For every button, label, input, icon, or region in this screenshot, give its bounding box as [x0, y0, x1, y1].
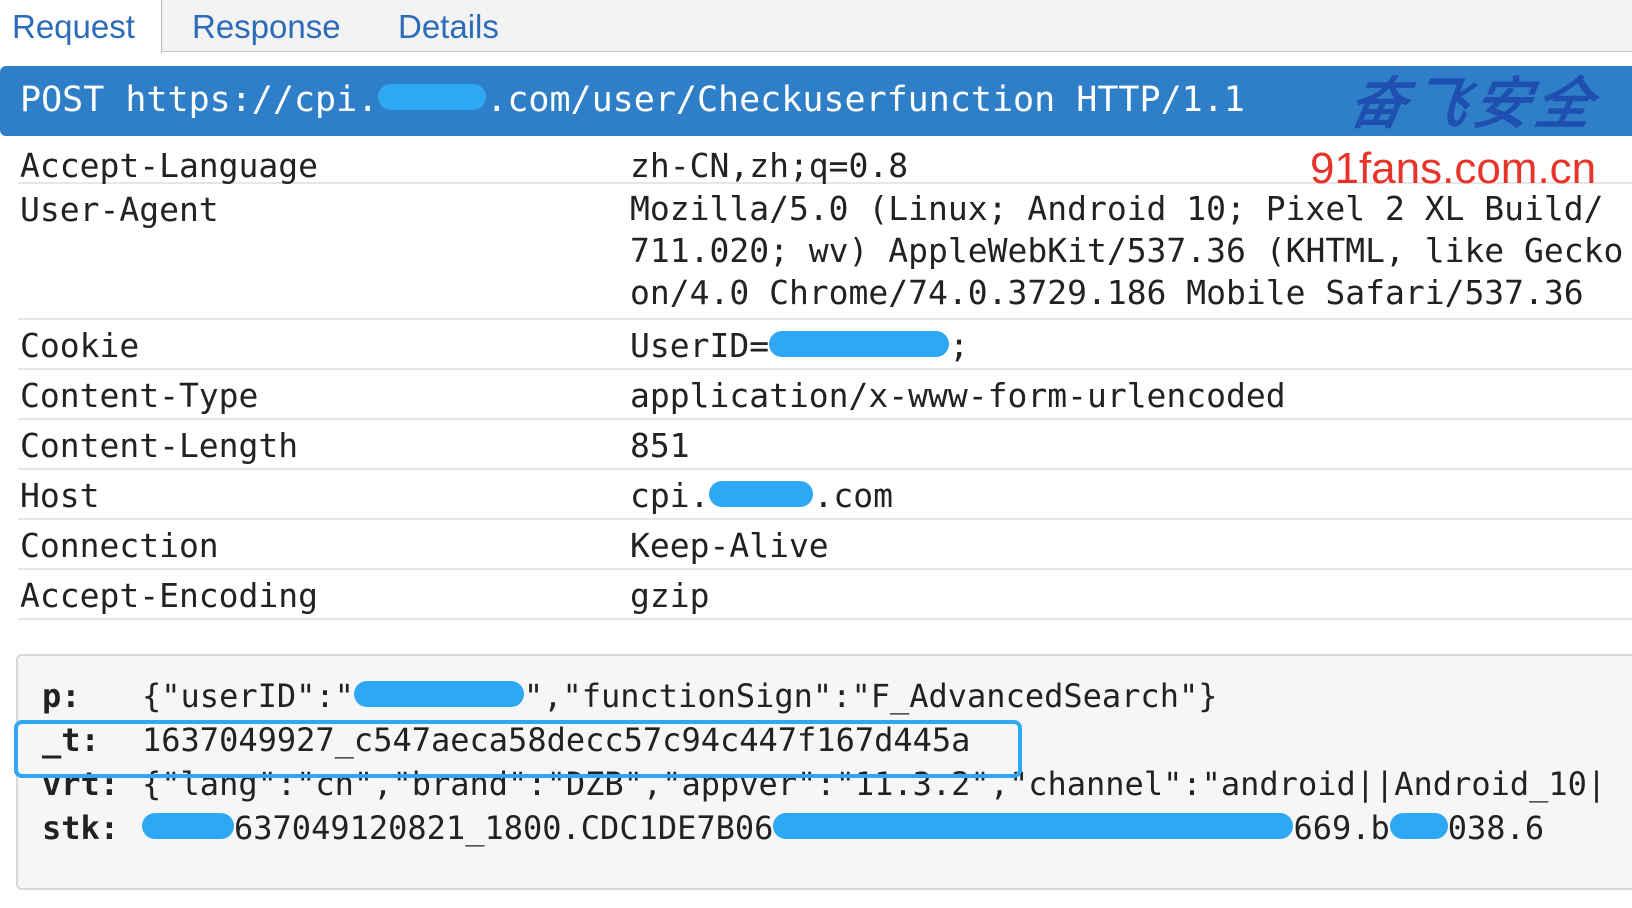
watermark-logo: 奋飞安全 — [1344, 71, 1604, 137]
param-row-p: p: {"userID":" ","functionSign":"F_Advance… — [42, 676, 1622, 716]
http-method: POST — [20, 80, 105, 120]
request-line: POST https://cpi. .com/user/Checkuserfunc… — [20, 78, 1245, 122]
redaction-mark — [769, 330, 950, 357]
highlight-box — [14, 720, 1022, 778]
redaction-mark — [378, 84, 487, 110]
header-name: Accept-Encoding — [20, 576, 319, 615]
redaction-mark — [773, 813, 1294, 839]
param-value-a: 637049120821_1800.CDC1DE7B06 — [234, 809, 774, 847]
header-value: Keep-Alive — [630, 526, 829, 565]
host-prefix: cpi. — [630, 476, 710, 515]
tab-bar: Request Response Details — [0, 0, 1632, 53]
header-row: User-Agent Mozilla/5.0 (Linux; Android 1… — [18, 184, 1632, 320]
header-row: Connection Keep-Alive — [18, 520, 1632, 570]
redaction-mark — [709, 480, 814, 507]
tab-request[interactable]: Request — [0, 0, 162, 53]
cookie-suffix: ; — [949, 326, 969, 365]
tab-response[interactable]: Response — [192, 0, 341, 52]
header-value: 851 — [630, 426, 690, 465]
headers-table: Accept-Language zh-CN,zh;q=0.8 User-Agen… — [18, 140, 1632, 620]
header-row: Cookie UserID=; — [18, 320, 1632, 370]
header-value: cpi. .com — [630, 470, 1632, 518]
header-value: UserID=; — [630, 320, 1632, 368]
header-name: Host — [20, 476, 100, 515]
header-row: Host cpi. .com — [18, 470, 1632, 520]
redaction-mark — [142, 813, 234, 839]
host-suffix: .com — [813, 476, 893, 515]
header-name: Content-Type — [20, 376, 259, 415]
param-row-stk: stk: 637049120821_1800.CDC1DE7B06 669.b 038… — [42, 808, 1622, 848]
header-name: Accept-Language — [20, 146, 319, 185]
header-value: Mozilla/5.0 (Linux; Android 10; Pixel 2 … — [630, 189, 1624, 312]
param-value-c: 038.6 — [1447, 809, 1545, 847]
header-name: User-Agent — [20, 190, 219, 229]
cookie-prefix: UserID= — [630, 326, 770, 365]
tab-details[interactable]: Details — [398, 0, 499, 52]
header-row: Accept-Encoding gzip — [18, 570, 1632, 620]
http-protocol: HTTP/1.1 — [1076, 80, 1245, 120]
header-value: application/x-www-form-urlencoded — [630, 376, 1286, 415]
watermark-url: 91fans.com.cn — [1310, 144, 1597, 193]
header-value: gzip — [630, 576, 710, 615]
param-value-suffix: ","functionSign":"F_AdvancedSearch"} — [523, 677, 1218, 715]
header-row: Content-Type application/x-www-form-urle… — [18, 370, 1632, 420]
header-name: Connection — [20, 526, 219, 565]
header-row: Content-Length 851 — [18, 420, 1632, 470]
header-name: Content-Length — [20, 426, 299, 465]
redaction-mark — [353, 681, 524, 707]
param-value-prefix: {"userID":" — [142, 677, 354, 715]
param-key: stk: — [42, 809, 120, 847]
url-suffix: .com/user/Checkuserfunction — [486, 80, 1056, 120]
redaction-mark — [1389, 813, 1448, 839]
param-key: p: — [42, 677, 81, 715]
header-name: Cookie — [20, 326, 140, 365]
url-prefix: https://cpi. — [125, 80, 379, 120]
param-value-b: 669.b — [1293, 809, 1390, 847]
